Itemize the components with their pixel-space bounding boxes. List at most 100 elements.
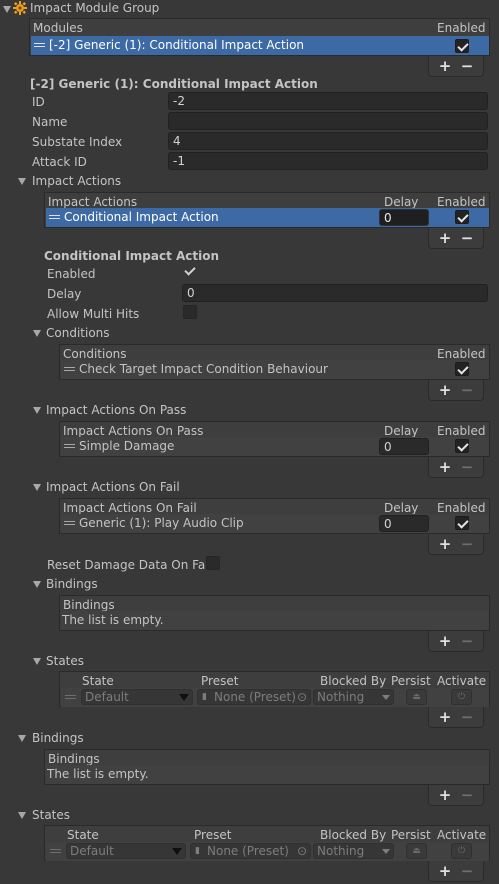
gear-icon [13, 1, 27, 15]
on-fail-enabled-checkbox[interactable] [455, 516, 469, 530]
drag-handle-icon[interactable] [50, 849, 61, 853]
substate-index-field[interactable]: 4 [168, 132, 488, 150]
outer-bindings-foldout[interactable]: Bindings [32, 730, 84, 746]
outer-state-row[interactable]: Default ▮ None (Preset) ⊙ Nothing ⏏ ⏻ [46, 842, 489, 861]
object-icon: ▮ [195, 846, 200, 856]
allow-multi-hits-checkbox[interactable] [183, 305, 197, 319]
outer-preset-field[interactable]: ▮ None (Preset) ⊙ [190, 843, 311, 859]
on-pass-row[interactable]: Simple Damage 0 [61, 437, 489, 456]
on-pass-row-label: Simple Damage [79, 439, 175, 453]
impact-actions-foldout[interactable]: Impact Actions [32, 173, 121, 189]
impact-action-delay-field[interactable]: 0 [379, 209, 429, 226]
impact-action-row-label: Conditional Impact Action [64, 210, 219, 224]
reset-damage-checkbox[interactable] [206, 556, 220, 570]
outer-states-foldout[interactable]: States [32, 807, 70, 823]
inner-bindings-footer: + − [428, 631, 484, 652]
remove-module-button[interactable]: − [457, 57, 477, 75]
name-field[interactable] [168, 112, 488, 130]
enabled-checkbox[interactable] [183, 264, 197, 278]
drag-handle-icon[interactable] [64, 367, 75, 371]
add-impact-action-button[interactable]: + [435, 229, 455, 247]
fold-arrow-icon[interactable] [33, 484, 41, 491]
fold-arrow-icon[interactable] [18, 178, 26, 185]
delay-field[interactable]: 0 [182, 284, 488, 302]
outer-blocked-by-dropdown[interactable]: Nothing [313, 843, 394, 859]
module-enabled-checkbox[interactable] [455, 39, 469, 53]
remove-outer-binding-button[interactable]: − [457, 786, 477, 804]
fold-arrow-icon[interactable] [18, 735, 26, 742]
on-pass-foldout[interactable]: Impact Actions On Pass [46, 402, 186, 418]
impact-actions-list: Impact Actions Delay Enabled Conditional… [44, 192, 490, 228]
remove-inner-binding-button[interactable]: − [457, 632, 477, 650]
inner-persist-button[interactable]: ⏏ [406, 689, 427, 705]
conditions-foldout[interactable]: Conditions [46, 325, 110, 341]
outer-bindings-empty-text: The list is empty. [47, 767, 149, 781]
inner-preset-field[interactable]: ▮ None (Preset) ⊙ [197, 689, 311, 705]
drag-handle-icon[interactable] [64, 521, 75, 525]
remove-inner-state-button[interactable]: − [457, 708, 477, 726]
conditions-list: Conditions Enabled Check Target Impact C… [59, 344, 490, 380]
inner-states-foldout[interactable]: States [46, 653, 84, 669]
inner-activate-button[interactable]: ⏻ [451, 689, 472, 705]
remove-on-fail-button[interactable]: − [457, 535, 477, 553]
drag-handle-icon[interactable] [49, 215, 60, 219]
impact-action-enabled-checkbox[interactable] [455, 210, 469, 224]
module-row[interactable]: [-2] Generic (1): Conditional Impact Act… [31, 36, 489, 55]
add-on-pass-button[interactable]: + [435, 458, 455, 476]
remove-outer-state-button[interactable]: − [457, 862, 477, 880]
add-module-button[interactable]: + [435, 57, 455, 75]
drag-handle-icon[interactable] [65, 695, 76, 699]
impact-action-row[interactable]: Conditional Impact Action 0 [46, 208, 489, 227]
add-inner-binding-button[interactable]: + [435, 632, 455, 650]
on-pass-delay-field[interactable]: 0 [379, 438, 429, 455]
on-fail-foldout[interactable]: Impact Actions On Fail [46, 479, 180, 495]
allow-multi-hits-label: Allow Multi Hits [47, 307, 140, 321]
upload-icon: ⏏ [412, 846, 421, 856]
fold-arrow-icon[interactable] [33, 658, 41, 665]
outer-bindings-list: Bindings The list is empty. [44, 749, 490, 785]
add-outer-binding-button[interactable]: + [435, 786, 455, 804]
outer-state-dropdown[interactable]: Default [66, 843, 186, 859]
drag-handle-icon[interactable] [64, 444, 75, 448]
on-fail-row[interactable]: Generic (1): Play Audio Clip 0 [61, 514, 489, 533]
target-icon[interactable]: ⊙ [297, 844, 307, 858]
dropdown-arrow-icon [382, 849, 390, 854]
on-pass-enabled-checkbox[interactable] [455, 439, 469, 453]
fold-arrow-icon[interactable] [33, 330, 41, 337]
add-condition-button[interactable]: + [435, 381, 455, 399]
add-on-fail-button[interactable]: + [435, 535, 455, 553]
inner-state-dropdown[interactable]: Default [81, 689, 193, 705]
inner-states-list: State Preset Blocked By Persist Activate… [59, 671, 490, 707]
modules-enabled-header: Enabled [437, 21, 486, 35]
outer-bindings-footer: + − [428, 785, 484, 806]
dropdown-arrow-icon [179, 694, 189, 701]
remove-impact-action-button[interactable]: − [457, 229, 477, 247]
fold-arrow-icon[interactable] [33, 581, 41, 588]
fold-arrow-icon[interactable] [3, 6, 11, 13]
drag-handle-icon[interactable] [34, 43, 45, 47]
on-fail-list: Impact Actions On Fail Delay Enabled Gen… [59, 498, 490, 534]
target-icon[interactable]: ⊙ [297, 690, 307, 704]
inner-state-row[interactable]: Default ▮ None (Preset) ⊙ Nothing ⏏ ⏻ [61, 688, 489, 707]
remove-on-pass-button[interactable]: − [457, 458, 477, 476]
condition-row[interactable]: Check Target Impact Condition Behaviour [61, 360, 489, 379]
impact-actions-footer: + − [428, 228, 484, 249]
inner-blocked-by-dropdown[interactable]: Nothing [313, 689, 394, 705]
fold-arrow-icon[interactable] [33, 407, 41, 414]
outer-activate-button[interactable]: ⏻ [451, 843, 472, 859]
inner-states-header: State Preset Blocked By Persist Activate [60, 672, 489, 689]
inner-bindings-empty: The list is empty. [61, 611, 489, 630]
inner-bindings-foldout[interactable]: Bindings [46, 576, 98, 592]
module-row-label: [-2] Generic (1): Conditional Impact Act… [49, 38, 305, 52]
attack-id-field[interactable]: -1 [168, 152, 488, 170]
on-fail-delay-field[interactable]: 0 [379, 515, 429, 532]
upload-icon: ⏏ [412, 692, 421, 702]
add-outer-state-button[interactable]: + [435, 862, 455, 880]
fold-arrow-icon[interactable] [18, 812, 26, 819]
condition-enabled-checkbox[interactable] [455, 362, 469, 376]
remove-condition-button[interactable]: − [457, 381, 477, 399]
id-field[interactable]: -2 [168, 92, 488, 110]
outer-persist-button[interactable]: ⏏ [406, 843, 427, 859]
add-inner-state-button[interactable]: + [435, 708, 455, 726]
dropdown-arrow-icon [382, 695, 390, 700]
